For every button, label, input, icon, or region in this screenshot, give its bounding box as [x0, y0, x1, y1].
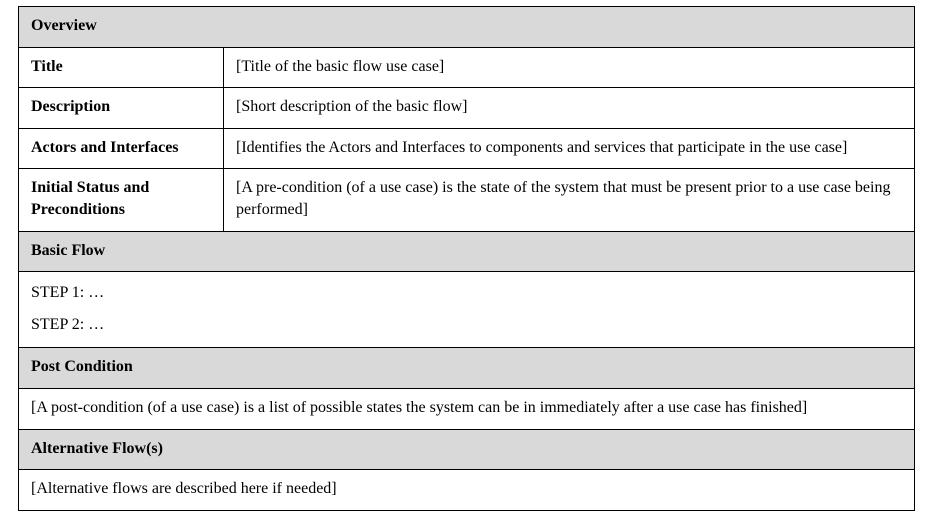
basic-flow-steps: STEP 1: … STEP 2: … [19, 272, 915, 348]
use-case-table: Overview Title [Title of the basic flow … [18, 6, 915, 511]
basic-flow-step-1: STEP 1: … [31, 282, 902, 304]
basic-flow-step-2: STEP 2: … [31, 314, 902, 336]
description-value: [Short description of the basic flow] [224, 88, 915, 129]
description-label: Description [19, 88, 224, 129]
title-value: [Title of the basic flow use case] [224, 47, 915, 88]
post-condition-value: [A post-condition (of a use case) is a l… [19, 388, 915, 429]
actors-interfaces-label: Actors and Interfaces [19, 128, 224, 169]
initial-status-label: Initial Status and Preconditions [19, 169, 224, 231]
alternative-flow-header: Alternative Flow(s) [19, 429, 915, 470]
initial-status-value: [A pre-condition (of a use case) is the … [224, 169, 915, 231]
overview-header: Overview [19, 7, 915, 48]
actors-interfaces-value: [Identifies the Actors and Interfaces to… [224, 128, 915, 169]
alternative-flow-value: [Alternative flows are described here if… [19, 470, 915, 511]
basic-flow-header: Basic Flow [19, 231, 915, 272]
title-label: Title [19, 47, 224, 88]
post-condition-header: Post Condition [19, 348, 915, 389]
